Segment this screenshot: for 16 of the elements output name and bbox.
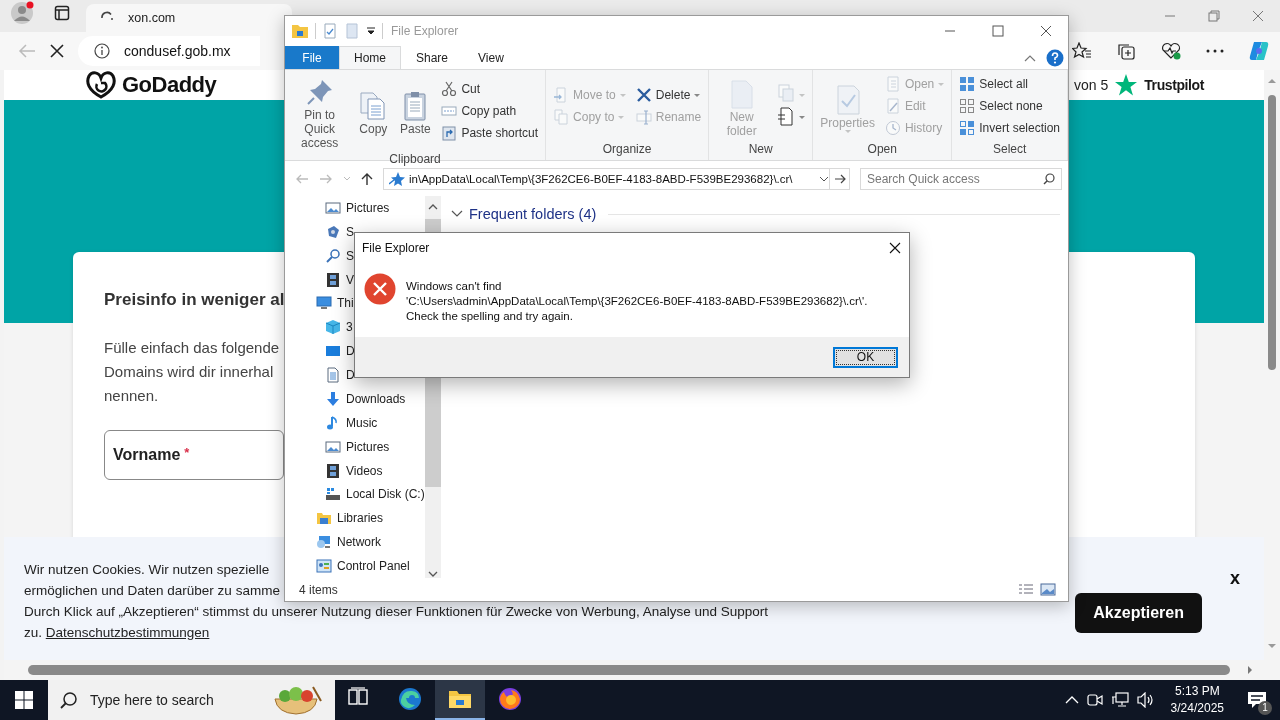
card-heading: Preisinfo in weniger al [104, 290, 285, 310]
dialog-title: File Explorer [362, 241, 430, 255]
rating-text: von 5 [1073, 77, 1109, 93]
ribbon-group-label: Clipboard [388, 152, 442, 166]
required-mark: * [184, 445, 190, 460]
logo-text: GoDaddy [122, 72, 217, 98]
card-paragraph: Fülle einfach das folgende Domains wird dir innerhal nennen. [104, 338, 280, 406]
notification-count: 1 [1258, 701, 1272, 715]
ribbon-group-label: Select [991, 142, 1028, 158]
ribbon-group-label: Open [866, 142, 898, 158]
brand-name: Trustpilot [1144, 77, 1204, 93]
window-title: File Explorer [391, 24, 459, 38]
error-message: Windows can't find 'C:\Users\admin\AppData\Local\Temp\{3F262CE6-B0EF-4183-8ABD-F539BE293682}\.cr\'. Check the spelling and try again. [406, 279, 868, 324]
status-text: 4 items [299, 582, 338, 597]
ribbon-group-label: New [747, 142, 774, 158]
ribbon-group-label: Organize [601, 142, 653, 158]
